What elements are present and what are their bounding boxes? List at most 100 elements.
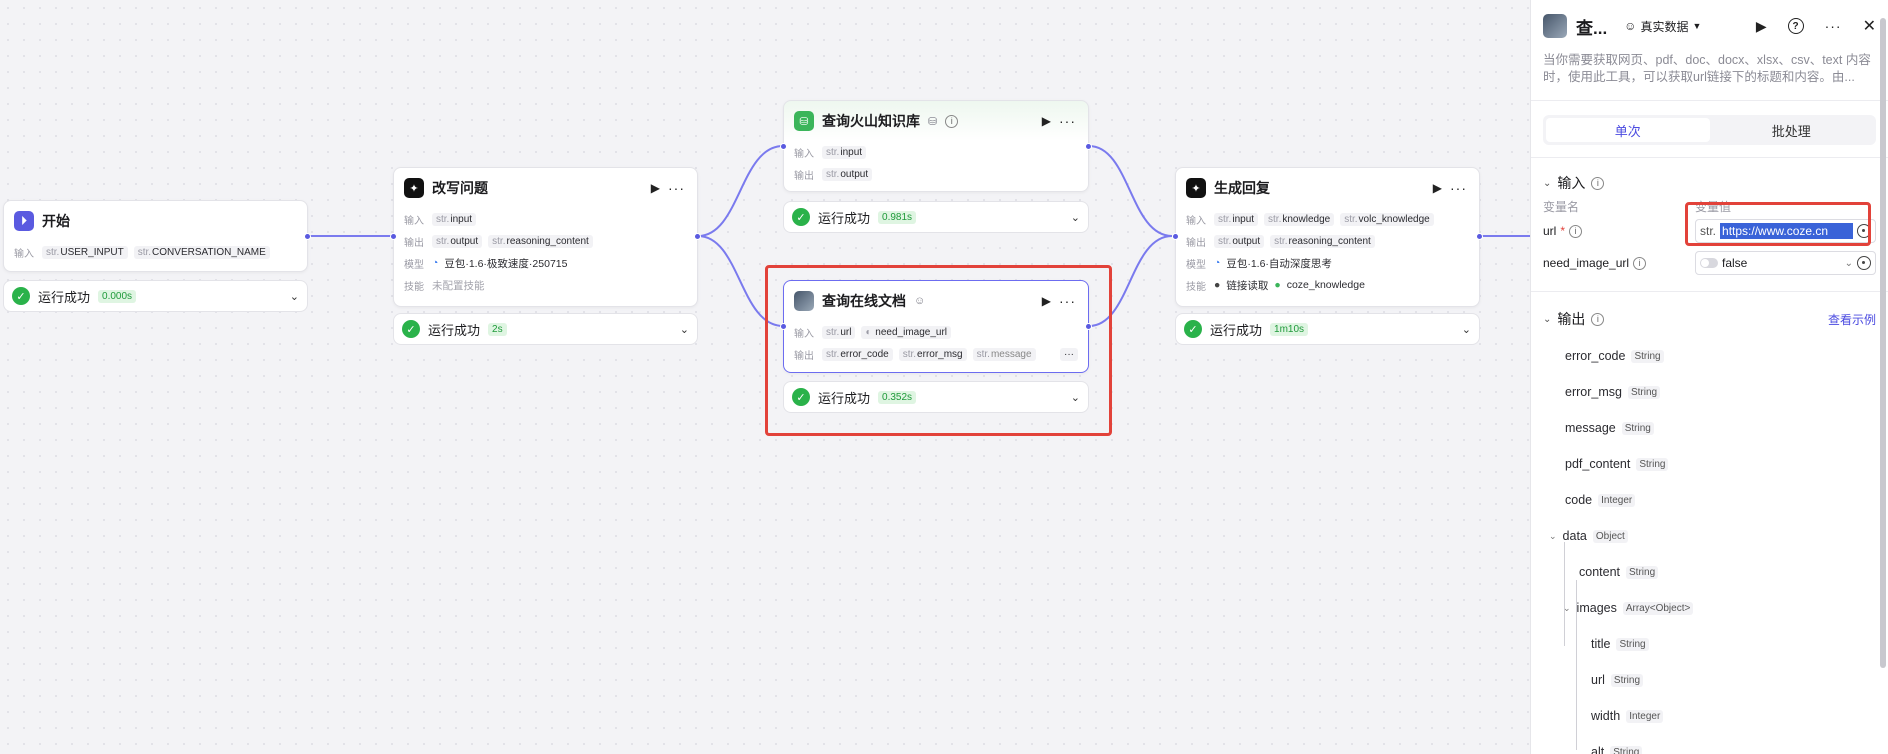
input-label: 输入 (404, 215, 424, 227)
node-knowledge-base[interactable]: ⛁ 查询火山知识库 ⛁ i ▶ ··· 输入 str.input 输出 str.… (780, 100, 1092, 192)
output-label: 输出 (404, 237, 424, 249)
input-port[interactable] (1172, 233, 1179, 240)
help-icon[interactable]: ? (1787, 18, 1804, 34)
output-field-group[interactable]: ⌄ data Object (1531, 518, 1888, 554)
input-port[interactable] (780, 323, 787, 330)
workflow-canvas[interactable]: ⏵ 开始 输入 str.USER_INPUT str.CONVERSATION_… (0, 0, 1530, 754)
info-icon: i (1633, 256, 1647, 270)
output-field: content String (1531, 554, 1888, 590)
param-row-url: url * i str. https://www.coze.cn (1531, 215, 1888, 247)
output-port[interactable] (1085, 143, 1092, 150)
output-section-header[interactable]: ⌄ 输出 i 查看示例 (1531, 308, 1888, 330)
output-field: error_code String (1531, 338, 1888, 374)
more-icon[interactable]: ··· (1059, 293, 1076, 309)
output-field: pdf_content String (1531, 446, 1888, 482)
node-reply[interactable]: ✦ 生成回复 ▶ ··· 输入 str.input str.knowledge … (1172, 167, 1483, 307)
edge-kb-reply (1088, 145, 1173, 237)
input-port[interactable] (390, 233, 397, 240)
data-mode-select[interactable]: ☺ 真实数据 ▼ (1624, 18, 1701, 35)
chevron-down-icon[interactable]: ⌄ (1071, 391, 1080, 404)
chevron-down-icon: ⌄ (1543, 177, 1552, 189)
variable-ref-icon[interactable] (1857, 224, 1871, 238)
view-example-link[interactable]: 查看示例 (1828, 311, 1876, 328)
output-field-group[interactable]: ⌄ images Array<Object> (1531, 590, 1888, 626)
status-bar-start[interactable]: ✓ 运行成功 0.000s ⌄ (3, 280, 308, 312)
run-button[interactable]: ▶ (1433, 181, 1442, 195)
url-input[interactable]: str. https://www.coze.cn (1695, 219, 1876, 243)
need-image-url-select[interactable]: false ⌄ (1695, 251, 1876, 275)
input-port[interactable] (780, 143, 787, 150)
param-tag: str.knowledge (1264, 212, 1335, 226)
input-label: 输入 (794, 148, 814, 160)
section-title: 输入 (1557, 175, 1586, 191)
output-port[interactable] (304, 233, 311, 240)
chevron-down-icon[interactable]: ⌄ (290, 290, 299, 303)
run-button[interactable]: ▶ (651, 181, 660, 195)
variable-ref-icon[interactable] (1857, 256, 1871, 270)
check-icon: ✓ (792, 388, 810, 406)
input-label: 输入 (14, 248, 34, 260)
col-header-value: 变量值 (1695, 200, 1732, 214)
knowledge-icon: ⛁ (794, 111, 814, 131)
input-section-header[interactable]: ⌄ 输入 i (1531, 172, 1888, 194)
run-button[interactable]: ▶ (1756, 18, 1767, 35)
more-icon[interactable]: ··· (1059, 113, 1076, 129)
url-value[interactable]: https://www.coze.cn (1720, 223, 1853, 239)
more-params-icon[interactable]: ··· (1060, 347, 1078, 361)
param-tag: ◐ need_image_url (861, 325, 952, 339)
status-bar-kb[interactable]: ✓ 运行成功 0.981s ⌄ (783, 201, 1089, 233)
status-bar-doc[interactable]: ✓ 运行成功 0.352s ⌄ (783, 381, 1089, 413)
node-start[interactable]: ⏵ 开始 输入 str.USER_INPUT str.CONVERSATION_… (3, 200, 311, 272)
time-badge: 0.981s (878, 210, 917, 224)
panel-title: 查... (1576, 18, 1608, 38)
output-port[interactable] (694, 233, 701, 240)
link-reader-icon: ● (1214, 279, 1221, 291)
database-icon: ⛁ (928, 115, 938, 128)
param-name: need_image_url (1543, 256, 1630, 270)
more-icon[interactable]: ··· (1450, 180, 1467, 196)
model-name: 豆包·1.6·极致速度·250715 (444, 257, 568, 270)
close-icon[interactable]: ✕ (1863, 16, 1876, 36)
output-field: error_msg String (1531, 374, 1888, 410)
model-label: 模型 (404, 259, 424, 271)
tab-single[interactable]: 单次 (1546, 118, 1710, 142)
param-tag: str.USER_INPUT (42, 245, 128, 259)
time-badge: 2s (488, 322, 507, 336)
output-label: 输出 (794, 170, 814, 182)
more-icon[interactable]: ··· (1825, 18, 1842, 34)
skill-label: 技能 (404, 281, 424, 293)
skill-name: coze_knowledge (1286, 279, 1365, 291)
knowledge-icon: ● (1274, 279, 1281, 291)
param-tag: str.output (432, 234, 483, 248)
check-icon: ✓ (402, 320, 420, 338)
chevron-down-icon: ⌄ (1549, 530, 1557, 541)
node-online-doc[interactable]: 查询在线文档 ☺ ▶ ··· 输入 str.url ◐ need_image_u… (780, 280, 1092, 373)
status-text: 运行成功 (1210, 322, 1263, 338)
scrollbar[interactable] (1880, 18, 1886, 668)
output-label: 输出 (1186, 237, 1206, 249)
col-header-name: 变量名 (1543, 200, 1580, 214)
status-bar-rewrite[interactable]: ✓ 运行成功 2s ⌄ (393, 313, 698, 345)
status-text: 运行成功 (428, 322, 481, 338)
param-tag: str.reasoning_content (488, 234, 593, 248)
select-value: false (1722, 256, 1748, 270)
more-icon[interactable]: ··· (668, 180, 685, 196)
output-port[interactable] (1476, 233, 1483, 240)
run-button[interactable]: ▶ (1042, 294, 1051, 308)
param-name: url (1543, 224, 1557, 238)
tab-batch[interactable]: 批处理 (1710, 118, 1874, 142)
run-button[interactable]: ▶ (1042, 114, 1051, 128)
node-title: 查询在线文档 (822, 293, 906, 309)
param-tag: str.output (822, 167, 873, 181)
output-port[interactable] (1085, 323, 1092, 330)
chevron-down-icon: ⌄ (1563, 602, 1571, 613)
param-tag: str.input (1214, 212, 1259, 226)
node-rewrite[interactable]: ✦ 改写问题 ▶ ··· 输入 str.input 输出 str.output … (390, 167, 701, 307)
chevron-down-icon[interactable]: ⌄ (680, 323, 689, 336)
node-title: 生成回复 (1214, 180, 1270, 196)
chevron-down-icon[interactable]: ⌄ (1462, 323, 1471, 336)
model-name: 豆包·1.6·自动深度思考 (1226, 257, 1332, 270)
status-bar-reply[interactable]: ✓ 运行成功 1m10s ⌄ (1175, 313, 1480, 345)
output-field: title String (1531, 626, 1888, 662)
chevron-down-icon[interactable]: ⌄ (1071, 211, 1080, 224)
